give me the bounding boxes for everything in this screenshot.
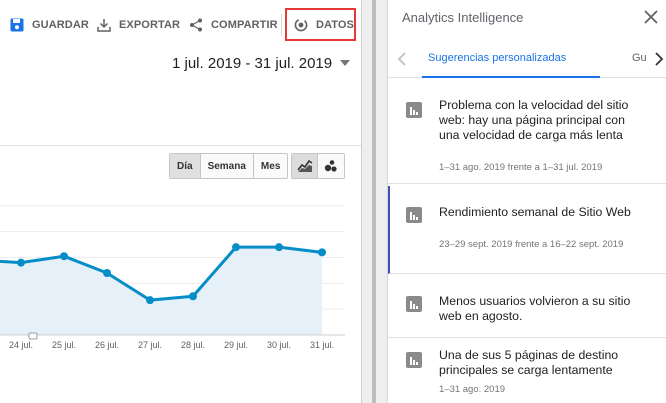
insights-label: DATOS xyxy=(316,19,354,31)
bar-chart-icon xyxy=(406,296,422,312)
panel-splitter[interactable] xyxy=(361,0,387,403)
line-chart-button[interactable] xyxy=(292,154,318,178)
analytics-screen: GUARDAR EXPORTAR COMPARTIR DATOS 1 jul. … xyxy=(0,0,666,403)
section-divider xyxy=(0,145,361,146)
share-icon xyxy=(190,18,202,32)
bar-chart-icon xyxy=(406,207,422,223)
granularity-week-button[interactable]: Semana xyxy=(201,154,254,178)
suggestion-text: Rendimiento semanal de Sitio Web xyxy=(439,205,631,219)
suggestion-card[interactable]: Problema con la velocidad del sitio web:… xyxy=(388,79,666,184)
share-button[interactable]: COMPARTIR xyxy=(189,10,278,40)
export-label: EXPORTAR xyxy=(119,19,181,31)
x-tick-label: 30 jul. xyxy=(267,340,291,350)
chevron-right-icon[interactable] xyxy=(652,50,666,68)
tab-next-partial[interactable]: Gu xyxy=(632,52,647,64)
chevron-down-icon xyxy=(340,60,351,66)
bubble-chart-icon xyxy=(324,160,337,172)
x-tick-label: 26 jul. xyxy=(95,340,119,350)
data-point xyxy=(103,269,111,277)
data-point xyxy=(189,292,197,301)
x-tick-label: 25 jul. xyxy=(52,340,76,350)
report-toolbar: GUARDAR EXPORTAR COMPARTIR DATOS xyxy=(0,0,361,50)
bar-chart-icon xyxy=(406,102,422,118)
series-area xyxy=(0,247,322,335)
export-button[interactable]: EXPORTAR xyxy=(97,10,180,40)
active-tab-indicator xyxy=(422,76,600,78)
date-range-text: 1 jul. 2019 - 31 jul. 2019 xyxy=(172,54,333,72)
insights-button[interactable]: DATOS xyxy=(294,10,354,40)
x-tick-label: 28 jul. xyxy=(181,340,205,350)
x-tick-label: 27 jul. xyxy=(138,340,162,350)
data-point xyxy=(275,243,283,252)
tab-personalized-suggestions[interactable]: Sugerencias personalizadas xyxy=(428,52,566,64)
line-chart-icon xyxy=(296,159,312,172)
motion-chart-button[interactable] xyxy=(318,154,344,178)
insights-icon xyxy=(294,18,308,32)
granularity-month-button[interactable]: Mes xyxy=(254,154,287,178)
x-tick-label: 29 jul. xyxy=(224,340,248,350)
data-point xyxy=(17,258,25,267)
suggestion-card[interactable]: Menos usuarios volvieron a su sitio web … xyxy=(388,274,666,338)
data-point xyxy=(318,248,326,257)
save-label: GUARDAR xyxy=(32,19,89,31)
share-label: COMPARTIR xyxy=(211,19,278,31)
data-point xyxy=(146,296,154,305)
suggestion-text: Menos usuarios volvieron a su sitio web … xyxy=(439,294,631,323)
suggestion-text: Problema con la velocidad del sitio web:… xyxy=(439,98,629,142)
suggestion-meta: 23–29 sept. 2019 frente a 16–22 sept. 20… xyxy=(439,239,624,250)
scrollbar[interactable] xyxy=(372,0,376,403)
data-point xyxy=(60,252,68,261)
x-tick-label: 24 jul. xyxy=(9,340,33,350)
bar-chart-icon xyxy=(406,352,422,368)
download-icon xyxy=(97,19,111,32)
x-tick-label: 31 jul. xyxy=(310,340,334,350)
granularity-day-button[interactable]: Día xyxy=(170,154,201,178)
toolbar-divider xyxy=(281,14,282,36)
annotation-marker xyxy=(28,332,38,340)
suggestion-text: Una de sus 5 páginas de destino principa… xyxy=(439,348,619,377)
data-point xyxy=(232,243,240,252)
close-icon[interactable] xyxy=(641,7,661,27)
panel-title: Analytics Intelligence xyxy=(402,10,524,25)
chevron-left-icon[interactable] xyxy=(394,50,410,68)
suggestion-card[interactable]: Una de sus 5 páginas de destino principa… xyxy=(388,338,666,403)
suggestion-meta: 1–31 ago. 2019 frente a 1–31 jul. 2019 xyxy=(439,162,603,173)
report-area: GUARDAR EXPORTAR COMPARTIR DATOS 1 jul. … xyxy=(0,0,361,403)
save-button[interactable]: GUARDAR xyxy=(10,10,89,40)
suggestion-card-selected[interactable]: Rendimiento semanal de Sitio Web 23–29 s… xyxy=(388,186,666,274)
panel-tabs: Sugerencias personalizadas Gu xyxy=(388,40,666,78)
analytics-intelligence-panel: Analytics Intelligence Sugerencias perso… xyxy=(387,0,666,403)
granularity-toggle: Día Semana Mes xyxy=(169,153,289,179)
date-range-selector[interactable]: 1 jul. 2019 - 31 jul. 2019 xyxy=(172,52,351,74)
chart-type-toggle xyxy=(291,153,345,179)
suggestion-meta: 1–31 ago. 2019 xyxy=(439,384,506,395)
sessions-line-chart: 24 jul. 25 jul. 26 jul. 27 jul. 28 jul. 29 ju… xyxy=(0,205,345,350)
floppy-disk-icon xyxy=(10,18,24,32)
